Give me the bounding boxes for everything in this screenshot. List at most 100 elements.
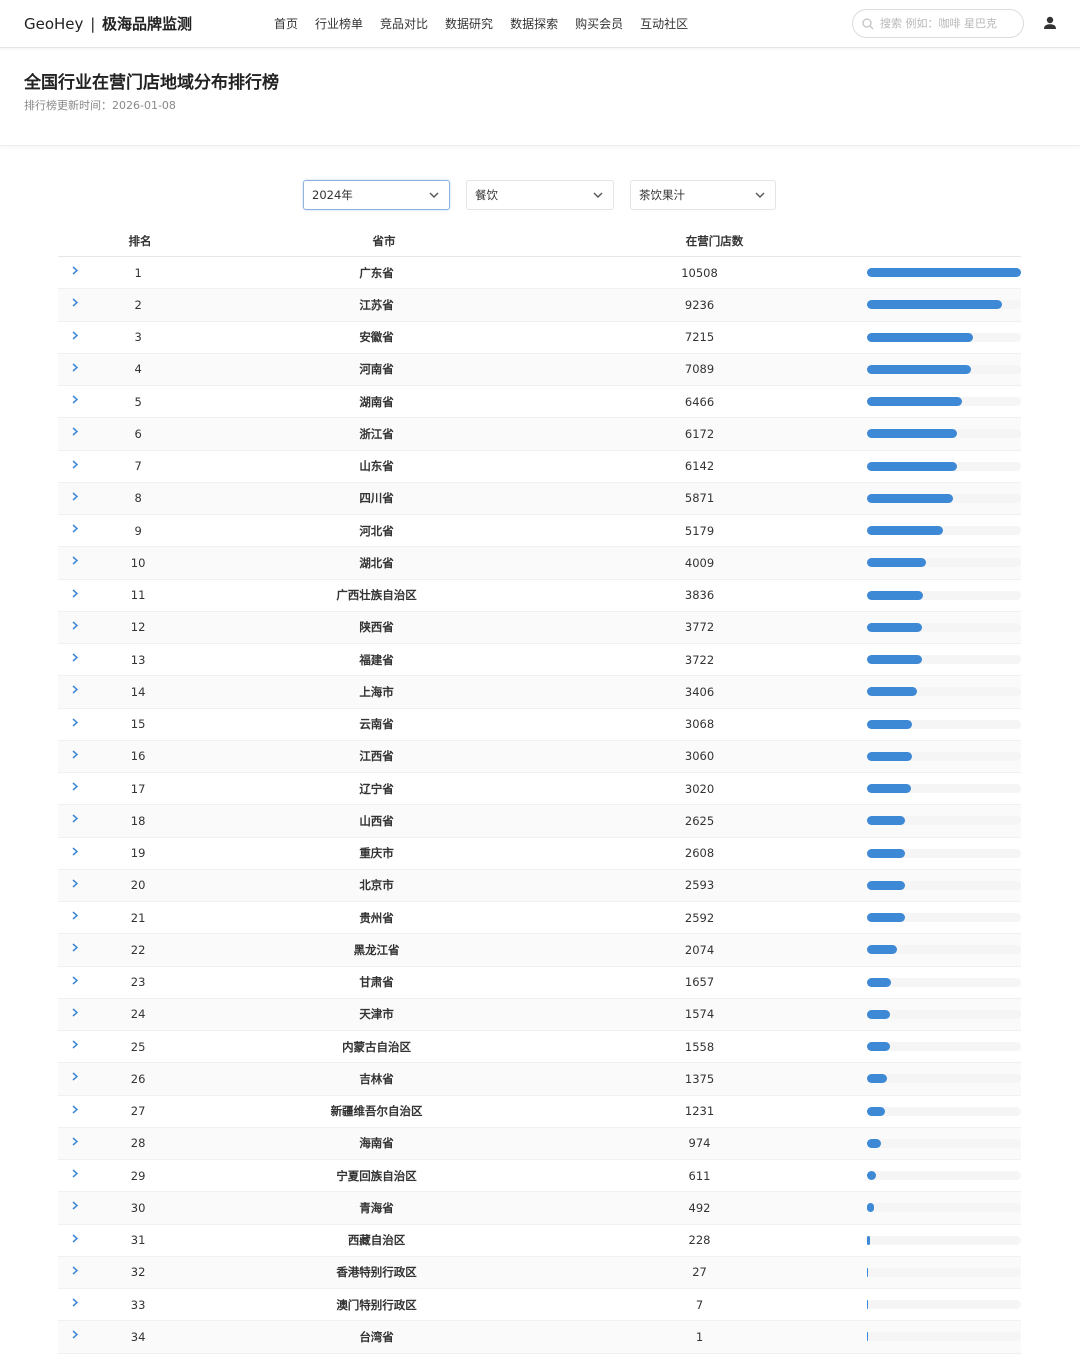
nav-data-research[interactable]: 数据研究 <box>445 15 493 32</box>
expand-cell[interactable] <box>58 331 93 340</box>
chevron-right-icon[interactable] <box>72 1008 78 1017</box>
industry-select[interactable]: 餐饮 <box>466 180 614 210</box>
table-row[interactable]: 18 山西省 2625 <box>58 805 1021 838</box>
category-select[interactable]: 茶饮果汁 <box>630 180 776 210</box>
chevron-right-icon[interactable] <box>72 427 78 436</box>
expand-cell[interactable] <box>58 556 93 565</box>
chevron-right-icon[interactable] <box>72 943 78 952</box>
nav-industry-rankings[interactable]: 行业榜单 <box>315 15 363 32</box>
table-row[interactable]: 2 江苏省 9236 <box>58 289 1021 322</box>
expand-cell[interactable] <box>58 621 93 630</box>
chevron-right-icon[interactable] <box>72 1105 78 1114</box>
expand-cell[interactable] <box>58 1298 93 1307</box>
table-row[interactable]: 30 青海省 492 <box>58 1192 1021 1225</box>
table-row[interactable]: 16 江西省 3060 <box>58 740 1021 773</box>
chevron-right-icon[interactable] <box>72 976 78 985</box>
table-row[interactable]: 8 四川省 5871 <box>58 482 1021 515</box>
table-row[interactable]: 1 广东省 10508 <box>58 257 1021 290</box>
chevron-right-icon[interactable] <box>72 911 78 920</box>
chevron-right-icon[interactable] <box>72 524 78 533</box>
chevron-right-icon[interactable] <box>72 460 78 469</box>
nav-competitor-compare[interactable]: 竞品对比 <box>380 15 428 32</box>
expand-cell[interactable] <box>58 911 93 920</box>
expand-cell[interactable] <box>58 750 93 759</box>
chevron-right-icon[interactable] <box>72 879 78 888</box>
nav-data-explore[interactable]: 数据探索 <box>510 15 558 32</box>
table-row[interactable]: 3 安徽省 7215 <box>58 322 1021 354</box>
table-row[interactable]: 32 香港特别行政区 27 <box>58 1256 1021 1289</box>
chevron-right-icon[interactable] <box>72 1072 78 1081</box>
table-row[interactable]: 7 山东省 6142 <box>58 451 1021 483</box>
chevron-right-icon[interactable] <box>72 1266 78 1275</box>
expand-cell[interactable] <box>58 1072 93 1081</box>
nav-home[interactable]: 首页 <box>274 15 298 32</box>
chevron-right-icon[interactable] <box>72 589 78 598</box>
table-row[interactable]: 23 甘肃省 1657 <box>58 967 1021 999</box>
expand-cell[interactable] <box>58 943 93 952</box>
expand-cell[interactable] <box>58 879 93 888</box>
expand-cell[interactable] <box>58 1201 93 1210</box>
nav-community[interactable]: 互动社区 <box>640 15 688 32</box>
table-row[interactable]: 12 陕西省 3772 <box>58 611 1021 644</box>
expand-cell[interactable] <box>58 363 93 372</box>
user-icon[interactable] <box>1042 15 1058 31</box>
table-row[interactable]: 31 西藏自治区 228 <box>58 1225 1021 1257</box>
chevron-right-icon[interactable] <box>72 363 78 372</box>
chevron-right-icon[interactable] <box>72 750 78 759</box>
expand-cell[interactable] <box>58 1330 93 1339</box>
chevron-right-icon[interactable] <box>72 621 78 630</box>
table-row[interactable]: 33 澳门特别行政区 7 <box>58 1289 1021 1322</box>
expand-cell[interactable] <box>58 266 93 275</box>
expand-cell[interactable] <box>58 524 93 533</box>
chevron-right-icon[interactable] <box>72 718 78 727</box>
expand-cell[interactable] <box>58 976 93 985</box>
table-row[interactable]: 34 台湾省 1 <box>58 1321 1021 1354</box>
table-row[interactable]: 6 浙江省 6172 <box>58 418 1021 451</box>
table-row[interactable]: 13 福建省 3722 <box>58 644 1021 677</box>
chevron-right-icon[interactable] <box>72 1234 78 1243</box>
expand-cell[interactable] <box>58 814 93 823</box>
expand-cell[interactable] <box>58 427 93 436</box>
table-row[interactable]: 17 辽宁省 3020 <box>58 773 1021 806</box>
chevron-right-icon[interactable] <box>72 266 78 275</box>
expand-cell[interactable] <box>58 492 93 501</box>
table-row[interactable]: 22 黑龙江省 2074 <box>58 934 1021 967</box>
chevron-right-icon[interactable] <box>72 1330 78 1339</box>
expand-cell[interactable] <box>58 1105 93 1114</box>
year-select[interactable]: 2024年 <box>303 180 450 210</box>
expand-cell[interactable] <box>58 460 93 469</box>
table-row[interactable]: 27 新疆维吾尔自治区 1231 <box>58 1096 1021 1128</box>
expand-cell[interactable] <box>58 685 93 694</box>
expand-cell[interactable] <box>58 782 93 791</box>
chevron-right-icon[interactable] <box>72 1298 78 1307</box>
expand-cell[interactable] <box>58 589 93 598</box>
table-row[interactable]: 10 湖北省 4009 <box>58 547 1021 580</box>
chevron-right-icon[interactable] <box>72 653 78 662</box>
expand-cell[interactable] <box>58 395 93 404</box>
expand-cell[interactable] <box>58 1137 93 1146</box>
nav-buy-membership[interactable]: 购买会员 <box>575 15 623 32</box>
table-row[interactable]: 15 云南省 3068 <box>58 709 1021 741</box>
expand-cell[interactable] <box>58 1169 93 1178</box>
chevron-right-icon[interactable] <box>72 492 78 501</box>
table-row[interactable]: 19 重庆市 2608 <box>58 838 1021 870</box>
table-row[interactable]: 29 宁夏回族自治区 611 <box>58 1160 1021 1193</box>
chevron-right-icon[interactable] <box>72 814 78 823</box>
table-row[interactable]: 28 海南省 974 <box>58 1127 1021 1160</box>
chevron-right-icon[interactable] <box>72 395 78 404</box>
chevron-right-icon[interactable] <box>72 331 78 340</box>
chevron-right-icon[interactable] <box>72 685 78 694</box>
expand-cell[interactable] <box>58 1040 93 1049</box>
search-input[interactable] <box>880 17 1010 30</box>
chevron-right-icon[interactable] <box>72 1040 78 1049</box>
expand-cell[interactable] <box>58 653 93 662</box>
chevron-right-icon[interactable] <box>72 1169 78 1178</box>
table-row[interactable]: 4 河南省 7089 <box>58 353 1021 386</box>
chevron-right-icon[interactable] <box>72 847 78 856</box>
table-row[interactable]: 21 贵州省 2592 <box>58 902 1021 935</box>
table-row[interactable]: 5 湖南省 6466 <box>58 386 1021 419</box>
chevron-right-icon[interactable] <box>72 1137 78 1146</box>
search-box[interactable] <box>852 9 1024 38</box>
chevron-right-icon[interactable] <box>72 782 78 791</box>
table-row[interactable]: 26 吉林省 1375 <box>58 1063 1021 1096</box>
